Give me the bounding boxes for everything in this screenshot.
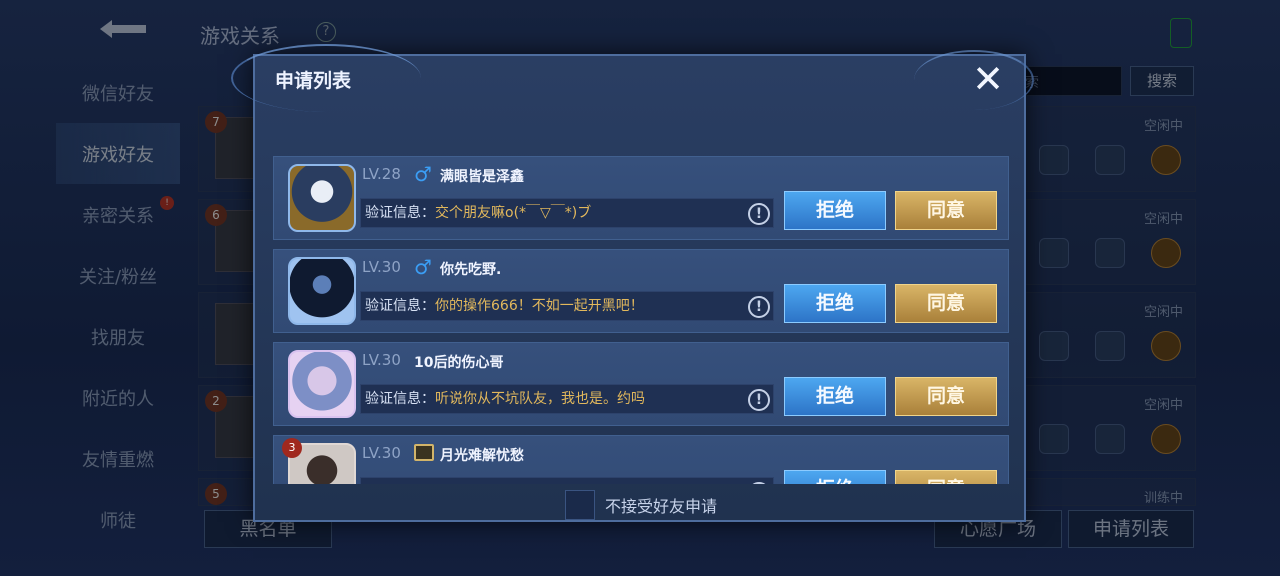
close-icon[interactable]: ✕ [968,60,1008,100]
male-icon: ♂ [414,162,432,186]
reject-button[interactable]: 拒绝 [784,284,886,323]
verify-message: 验证信息：听说你从不坑队友，我也是。约吗 [360,384,774,414]
sidebar-item-follow[interactable]: 关注/粉丝 [56,245,180,306]
request-item: LV.30 ♂ 你先吃野. 验证信息：你的操作666！不如一起开黑吧！ ! 拒绝… [273,249,1009,333]
apply-list-dialog: 申请列表 ✕ LV.28 ♂ 满眼皆是泽鑫 验证信息：交个朋友嘛o(*￣▽￣*)… [231,44,1034,522]
book-icon [414,444,434,461]
gift-icon[interactable] [1039,238,1069,268]
gift-icon[interactable] [1039,424,1069,454]
heart-icon[interactable] [1095,424,1125,454]
player-name: 你先吃野. [440,262,502,278]
status-text: 空闲中 [1143,398,1183,413]
status-text: 空闲中 [1143,119,1183,134]
status-text: 空闲中 [1143,305,1183,320]
reject-button[interactable]: 拒绝 [784,377,886,416]
rank-badge: 7 [205,111,227,133]
gift-icon[interactable] [1039,331,1069,361]
male-icon: ♂ [414,255,432,279]
accept-button[interactable]: 同意 [895,191,997,230]
reject-button[interactable]: 拒绝 [784,191,886,230]
player-name: 满眼皆是泽鑫 [440,169,524,185]
accept-button[interactable]: 同意 [895,470,997,484]
accept-button[interactable]: 同意 [895,377,997,416]
level-label: LV.30 [362,351,401,369]
wifi-battery-icon [1170,18,1192,48]
rank-badge: 2 [205,390,227,412]
sidebar-item-game-friends[interactable]: 游戏好友 [56,123,180,184]
status-text: 训练中 [1143,491,1183,506]
status-text: 空闲中 [1143,212,1183,227]
rank-badge: 6 [205,204,227,226]
player-name: 10后的伤心哥 [414,355,504,371]
coin-icon[interactable] [1151,424,1181,454]
sidebar-item-find-friends[interactable]: 找朋友 [56,306,180,367]
apply-list-button[interactable]: 申请列表 [1068,510,1194,548]
reject-all-checkbox[interactable] [565,490,595,520]
dialog-title: 申请列表 [275,70,352,92]
sidebar-item-mentor[interactable]: 师徒 [56,489,180,550]
coin-icon[interactable] [1151,145,1181,175]
sidebar-item-rekindle[interactable]: 友情重燃 [56,428,180,489]
verify-message: 验证信息：交个朋友嘛o(*￣▽￣*)ブ [360,198,774,228]
level-label: LV.28 [362,165,401,183]
report-icon[interactable]: ! [748,203,770,225]
level-label: LV.30 [362,258,401,276]
sidebar-item-wechat-friends[interactable]: 微信好友 [56,62,180,123]
avatar[interactable] [288,257,356,325]
coin-icon[interactable] [1151,238,1181,268]
help-icon[interactable]: ? [316,22,336,42]
rank-badge: 3 [282,438,302,458]
heart-icon[interactable] [1095,331,1125,361]
report-icon[interactable]: ! [748,389,770,411]
search-button[interactable]: 搜索 [1130,66,1194,96]
request-list[interactable]: LV.28 ♂ 满眼皆是泽鑫 验证信息：交个朋友嘛o(*￣▽￣*)ブ ! 拒绝 … [273,156,1009,484]
level-label: LV.30 [362,444,401,462]
notification-dot: ! [160,196,174,210]
page-title: 游戏关系 [200,24,280,48]
heart-icon[interactable] [1095,238,1125,268]
coin-icon[interactable] [1151,331,1181,361]
back-arrow-icon[interactable] [96,16,150,42]
reject-all-toggle[interactable]: 不接受好友申请 [565,490,717,520]
report-icon[interactable]: ! [748,296,770,318]
avatar[interactable] [288,164,356,232]
avatar[interactable] [288,350,356,418]
gift-icon[interactable] [1039,145,1069,175]
reject-all-label: 不接受好友申请 [605,497,718,516]
verify-message [360,477,774,484]
sidebar-item-nearby[interactable]: 附近的人 [56,367,180,428]
reject-button[interactable]: 拒绝 [784,470,886,484]
sidebar-item-intimate[interactable]: 亲密关系! [56,184,180,245]
request-item: LV.28 ♂ 满眼皆是泽鑫 验证信息：交个朋友嘛o(*￣▽￣*)ブ ! 拒绝 … [273,156,1009,240]
request-item: 3 LV.30 月光难解忧愁 ! 拒绝 同意 [273,435,1009,484]
player-name: 月光难解忧愁 [440,448,524,464]
sidebar: 微信好友 游戏好友 亲密关系! 关注/粉丝 找朋友 附近的人 友情重燃 师徒 [56,62,180,550]
request-item: LV.30 10后的伤心哥 验证信息：听说你从不坑队友，我也是。约吗 ! 拒绝 … [273,342,1009,426]
accept-button[interactable]: 同意 [895,284,997,323]
rank-badge: 5 [205,483,227,505]
verify-message: 验证信息：你的操作666！不如一起开黑吧！ [360,291,774,321]
heart-icon[interactable] [1095,145,1125,175]
